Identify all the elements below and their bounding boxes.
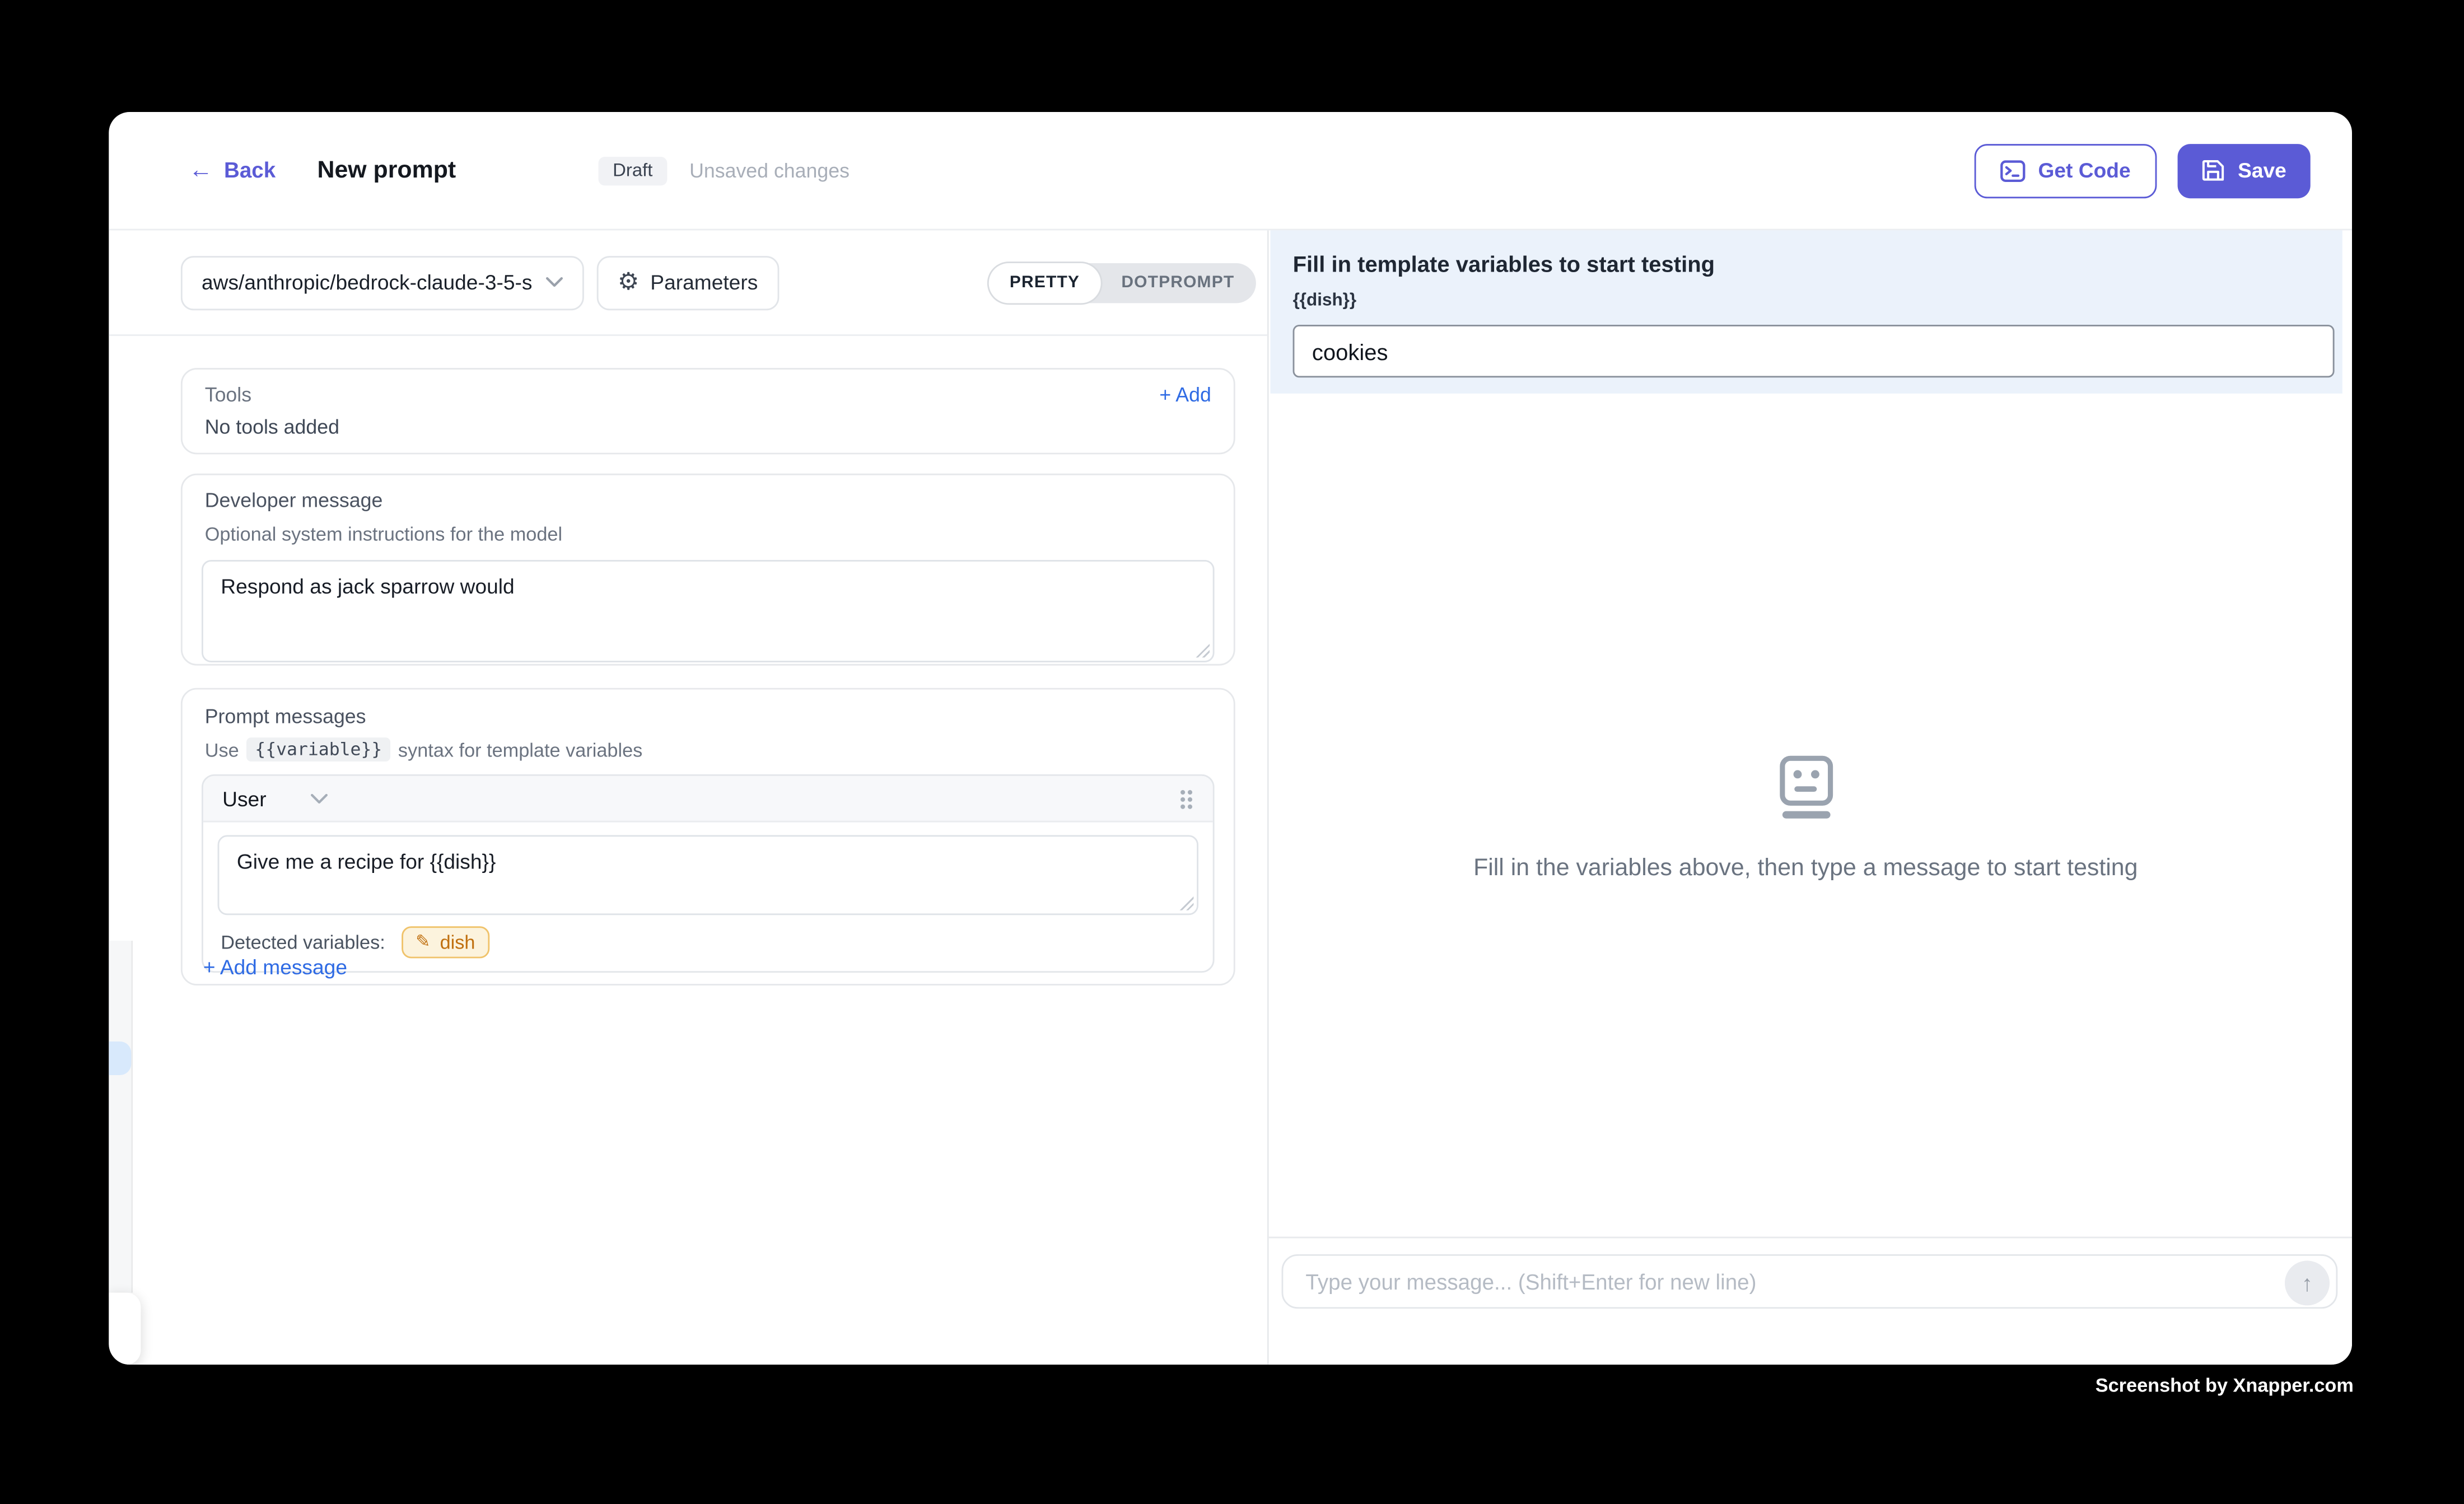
sidebar-selected-item-sliver[interactable] [109,1041,131,1075]
add-message-label: Add message [220,955,347,979]
plus-icon: + [1159,384,1171,407]
detected-variables-row: Detected variables: ✎ dish [203,915,1213,971]
status-badge: Draft [598,156,667,185]
developer-message-title: Developer message [202,489,1215,512]
message-field-wrap: Give me a recipe for {{dish}} [218,835,1198,915]
developer-message-field-wrap: Respond as jack sparrow would [202,560,1215,662]
save-button[interactable]: Save [2177,143,2310,198]
get-code-button[interactable]: Get Code [1974,143,2156,198]
arrow-up-icon: ↑ [2302,1271,2313,1296]
model-selector-value: aws/anthropic/bedrock-claude-3-5-s... [202,270,533,295]
model-selector[interactable]: aws/anthropic/bedrock-claude-3-5-s... [181,255,584,310]
parameters-label: Parameters [650,270,758,295]
prompt-message-block: User Give me a recipe for {{dish}} Detec… [202,774,1215,973]
app-window: ← Back New prompt Draft Unsaved changes … [109,112,2352,1365]
prompt-messages-card: Prompt messages Use {{variable}} syntax … [181,688,1235,985]
header: ← Back New prompt Draft Unsaved changes … [109,112,2352,230]
template-syntax-hint: Use {{variable}} syntax for template var… [202,737,1215,762]
variable-syntax-chip: {{variable}} [247,737,390,762]
chat-composer-footer: ↑ [1269,1237,2352,1365]
add-tool-button[interactable]: + Add [1159,384,1211,407]
robot-face-icon [1779,755,1833,819]
variable-chip-dish[interactable]: ✎ dish [401,926,489,958]
back-label: Back [224,158,276,183]
gear-icon: ⚙ [618,270,639,295]
variable-chip-label: dish [440,931,475,954]
chat-empty-message: Fill in the variables above, then type a… [1269,854,2342,882]
send-button[interactable]: ↑ [2285,1260,2330,1305]
watermark: Screenshot by Xnapper.com [1856,1374,2354,1396]
pencil-icon: ✎ [416,933,430,951]
message-role-value: User [222,786,266,810]
save-icon [2201,158,2225,183]
back-arrow-icon: ← [189,158,213,183]
save-label: Save [2238,158,2286,183]
toggle-option-pretty[interactable]: PRETTY [989,263,1101,302]
back-button[interactable]: ← Back [189,158,276,183]
view-mode-toggle: PRETTY DOTPROMPT [989,263,1256,302]
sidebar-sliver [109,941,133,1293]
plus-icon: + [203,955,216,979]
resize-grip-icon[interactable] [1195,643,1210,658]
tools-card-header: Tools + Add [205,384,1211,407]
chat-composer: ↑ [1282,1254,2338,1309]
screenshot-stage: ← Back New prompt Draft Unsaved changes … [0,0,2464,1504]
tools-title: Tools [205,384,251,407]
developer-message-textarea[interactable]: Respond as jack sparrow would [202,560,1215,662]
prompt-messages-title: Prompt messages [202,706,1215,728]
message-body: Give me a recipe for {{dish}} [203,823,1213,916]
variable-name-label: {{dish}} [1293,291,1357,310]
test-panel: Fill in template variables to start test… [1267,230,2352,1365]
editor-toolbar: aws/anthropic/bedrock-claude-3-5-s... ⚙ … [109,230,1267,336]
detected-variables-label: Detected variables: [221,931,385,954]
drag-handle-icon[interactable] [1179,788,1194,809]
chat-message-input[interactable] [1283,1256,2336,1307]
developer-message-subtitle: Optional system instructions for the mod… [202,523,1215,545]
message-role-header: User [203,776,1213,823]
page-title: New prompt [318,157,456,184]
hint-prefix: Use [205,739,239,761]
message-textarea[interactable]: Give me a recipe for {{dish}} [218,835,1198,915]
resize-grip-icon[interactable] [1179,896,1194,910]
variable-value-input[interactable] [1293,325,2335,377]
get-code-label: Get Code [2038,158,2131,183]
tools-empty-text: No tools added [205,416,1211,438]
chevron-down-icon [545,277,563,288]
role-chevron-down-icon[interactable] [311,793,329,804]
developer-message-card: Developer message Optional system instru… [181,474,1235,666]
chat-empty-state: Fill in the variables above, then type a… [1269,755,2342,882]
hint-suffix: syntax for template variables [398,739,642,761]
add-tool-label: Add [1175,384,1211,407]
template-variables-section: Fill in template variables to start test… [1271,230,2342,393]
terminal-icon [2000,159,2026,181]
template-variables-title: Fill in template variables to start test… [1293,251,1715,277]
parameters-button[interactable]: ⚙ Parameters [597,255,779,310]
unsaved-changes-note: Unsaved changes [689,159,850,181]
sidebar-corner-card [109,1293,141,1365]
toggle-option-dotprompt[interactable]: DOTPROMPT [1100,263,1255,302]
tools-card: Tools + Add No tools added [181,368,1235,454]
add-message-button[interactable]: + Add message [203,955,347,979]
